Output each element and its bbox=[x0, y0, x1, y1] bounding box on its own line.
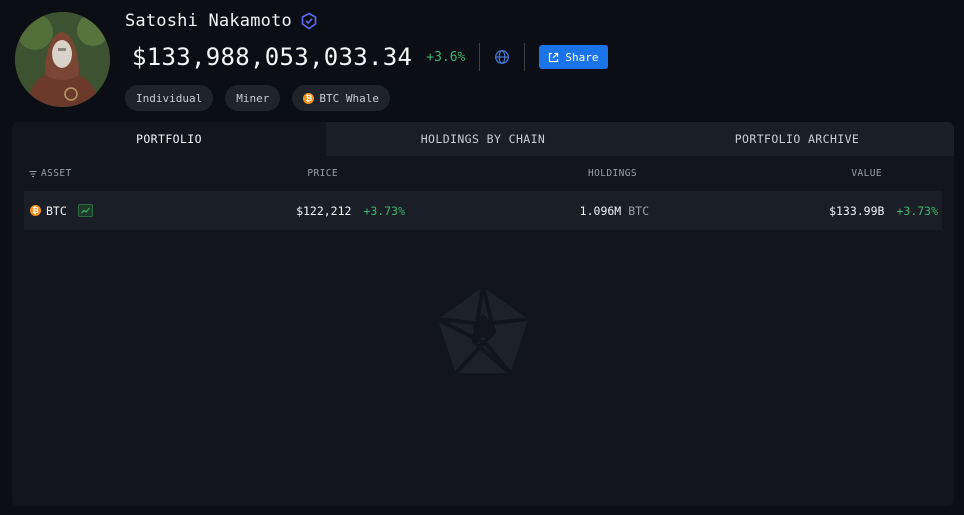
entity-avatar bbox=[15, 12, 110, 107]
tab-label: PORTFOLIO ARCHIVE bbox=[734, 132, 860, 146]
filter-icon bbox=[29, 170, 37, 177]
table-row[interactable]: ₿ BTC $122,212 +3.73% 1.096M BTC $133.99… bbox=[24, 191, 942, 230]
tab-portfolio-archive[interactable]: PORTFOLIO ARCHIVE bbox=[640, 122, 954, 156]
asset-price: $122,212 bbox=[296, 203, 352, 218]
divider bbox=[479, 43, 481, 71]
price-cell: $122,212 +3.73% bbox=[296, 191, 405, 230]
entity-name: Satoshi Nakamoto bbox=[125, 11, 292, 31]
entity-name-row: Satoshi Nakamoto bbox=[125, 10, 318, 32]
entity-tags: Individual Miner ₿ BTC Whale bbox=[125, 85, 390, 111]
tag-individual[interactable]: Individual bbox=[125, 85, 214, 111]
btc-icon: ₿ bbox=[30, 205, 41, 216]
portfolio-change: +3.6% bbox=[426, 49, 466, 65]
portfolio-value-row: $133,988,053,033.34 +3.6% Share bbox=[132, 42, 608, 72]
tab-holdings-by-chain[interactable]: HOLDINGS BY CHAIN bbox=[326, 122, 640, 156]
divider bbox=[524, 43, 526, 71]
column-header-asset[interactable]: ASSET bbox=[29, 168, 72, 179]
asset-value: $133.99B bbox=[829, 203, 885, 218]
tag-label: Miner bbox=[236, 91, 270, 105]
tag-label: BTC Whale bbox=[319, 91, 379, 105]
share-button-label: Share bbox=[565, 50, 599, 64]
price-change: +3.73% bbox=[363, 203, 405, 218]
share-button[interactable]: Share bbox=[539, 45, 608, 69]
portfolio-panel: PORTFOLIO HOLDINGS BY CHAIN PORTFOLIO AR… bbox=[12, 122, 954, 506]
verified-badge-icon bbox=[300, 12, 318, 30]
column-header-price[interactable]: PRICE bbox=[307, 168, 338, 179]
tag-miner[interactable]: Miner bbox=[225, 85, 281, 111]
globe-icon[interactable] bbox=[494, 49, 510, 65]
portfolio-total-value: $133,988,053,033.34 bbox=[132, 43, 413, 71]
tab-label: PORTFOLIO bbox=[136, 132, 202, 146]
tab-portfolio[interactable]: PORTFOLIO bbox=[12, 122, 326, 156]
table-header: ASSET PRICE HOLDINGS VALUE bbox=[12, 156, 954, 190]
column-header-holdings[interactable]: HOLDINGS bbox=[588, 168, 637, 179]
tab-label: HOLDINGS BY CHAIN bbox=[420, 132, 546, 146]
statue-avatar-icon bbox=[15, 12, 110, 107]
value-cell: $133.99B +3.73% bbox=[829, 191, 938, 230]
holdings-amount: 1.096M bbox=[579, 203, 622, 218]
external-link-icon bbox=[549, 52, 559, 62]
entity-page: Satoshi Nakamoto $133,988,053,033.34 +3.… bbox=[0, 0, 964, 515]
tag-label: Individual bbox=[136, 91, 203, 105]
btc-icon: ₿ bbox=[303, 92, 315, 104]
portfolio-tabs: PORTFOLIO HOLDINGS BY CHAIN PORTFOLIO AR… bbox=[12, 122, 954, 156]
trend-chart-icon[interactable] bbox=[77, 204, 93, 217]
holdings-unit: BTC bbox=[628, 203, 649, 218]
arkham-logo-icon bbox=[436, 285, 530, 376]
value-change: +3.73% bbox=[896, 203, 938, 218]
tag-btc-whale[interactable]: ₿ BTC Whale bbox=[292, 85, 390, 111]
asset-cell: ₿ BTC bbox=[30, 191, 93, 230]
column-header-value[interactable]: VALUE bbox=[851, 168, 882, 179]
asset-symbol[interactable]: BTC bbox=[46, 204, 67, 218]
holdings-cell: 1.096M BTC bbox=[580, 191, 649, 230]
